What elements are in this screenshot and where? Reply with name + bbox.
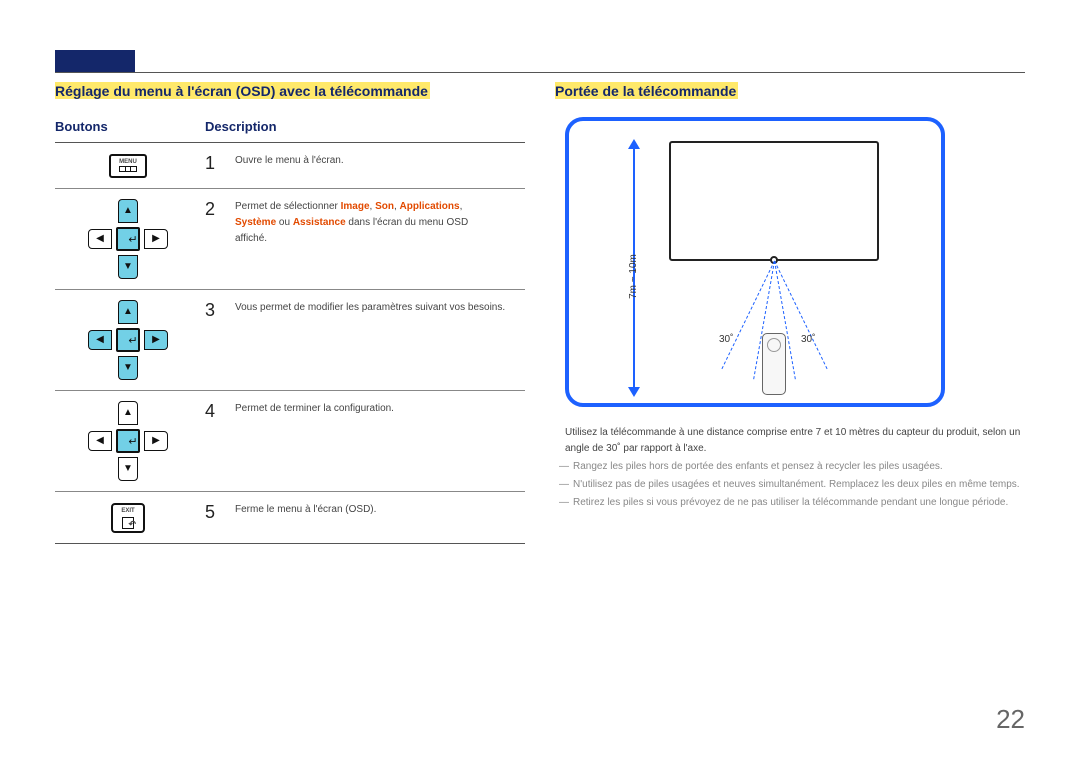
cell-button-icon: ▲ ▼ ◀ ▶ — [55, 188, 205, 289]
remote-icon — [762, 333, 786, 395]
remote-range-diagram: 7m ~ 10m 30˚ 30˚ — [565, 117, 945, 407]
table-row: EXIT 5 Ferme le menu à l'écran (OSD). — [55, 491, 525, 543]
dpad-up-down-icon: ▲ ▼ ◀ ▶ — [88, 199, 168, 279]
battery-note: Rangez les piles hors de portée des enfa… — [573, 459, 1025, 475]
cell-button-icon: EXIT — [55, 491, 205, 543]
table-row: ▲ ▼ ◀ ▶ 3 Vous permet de modifier les pa… — [55, 289, 525, 390]
cell-button-icon: ▲ ▼ ◀ ▶ — [55, 390, 205, 491]
menu-button-icon: MENU — [109, 154, 147, 178]
cell-step-number: 4 — [205, 390, 235, 491]
cell-description: Permet de terminer la configuration. — [235, 390, 525, 491]
cell-step-number: 5 — [205, 491, 235, 543]
exit-chip-label: EXIT — [121, 507, 134, 517]
battery-note: Retirez les piles si vous prévoyez de ne… — [573, 495, 1025, 511]
cell-description: Vous permet de modifier les paramètres s… — [235, 289, 525, 390]
right-column: Portée de la télécommande 7m ~ 10m 30˚ 3… — [555, 82, 1025, 544]
cell-step-number: 3 — [205, 289, 235, 390]
battery-note: N'utilisez pas de piles usagées et neuve… — [573, 477, 1025, 493]
page-number: 22 — [996, 704, 1025, 735]
header-rule — [55, 72, 1025, 73]
angle-left-label: 30˚ — [719, 334, 733, 345]
th-buttons: Boutons — [55, 113, 205, 143]
th-description: Description — [205, 113, 525, 143]
table-row: MENU 1 Ouvre le menu à l'écran. — [55, 143, 525, 189]
cell-step-number: 1 — [205, 143, 235, 189]
osd-table: Boutons Description MENU 1 Ouvre le menu… — [55, 113, 525, 544]
right-section-title: Portée de la télécommande — [555, 82, 738, 99]
table-row: ▲ ▼ ◀ ▶ 4 Permet de terminer la configur… — [55, 390, 525, 491]
cell-description: Permet de sélectionner Image, Son, Appli… — [235, 188, 525, 289]
usage-note: Utilisez la télécommande à une distance … — [565, 425, 1025, 457]
distance-label: 7m ~ 10m — [628, 254, 639, 299]
left-column: Réglage du menu à l'écran (OSD) avec la … — [55, 82, 525, 544]
dpad-all-icon: ▲ ▼ ◀ ▶ — [88, 300, 168, 380]
cell-button-icon: ▲ ▼ ◀ ▶ — [55, 289, 205, 390]
angle-right-label: 30˚ — [801, 334, 815, 345]
distance-arrow-bottom-icon — [628, 387, 640, 397]
cell-button-icon: MENU — [55, 143, 205, 189]
exit-button-icon: EXIT — [111, 503, 145, 533]
header-accent — [55, 50, 135, 72]
table-row: ▲ ▼ ◀ ▶ 2 Permet de sélectionner Image, … — [55, 188, 525, 289]
cell-description: Ferme le menu à l'écran (OSD). — [235, 491, 525, 543]
menu-chip-label: MENU — [119, 159, 137, 165]
tv-icon — [669, 141, 879, 261]
dpad-center-icon: ▲ ▼ ◀ ▶ — [88, 401, 168, 481]
cell-description: Ouvre le menu à l'écran. — [235, 143, 525, 189]
left-section-title: Réglage du menu à l'écran (OSD) avec la … — [55, 82, 430, 99]
cell-step-number: 2 — [205, 188, 235, 289]
